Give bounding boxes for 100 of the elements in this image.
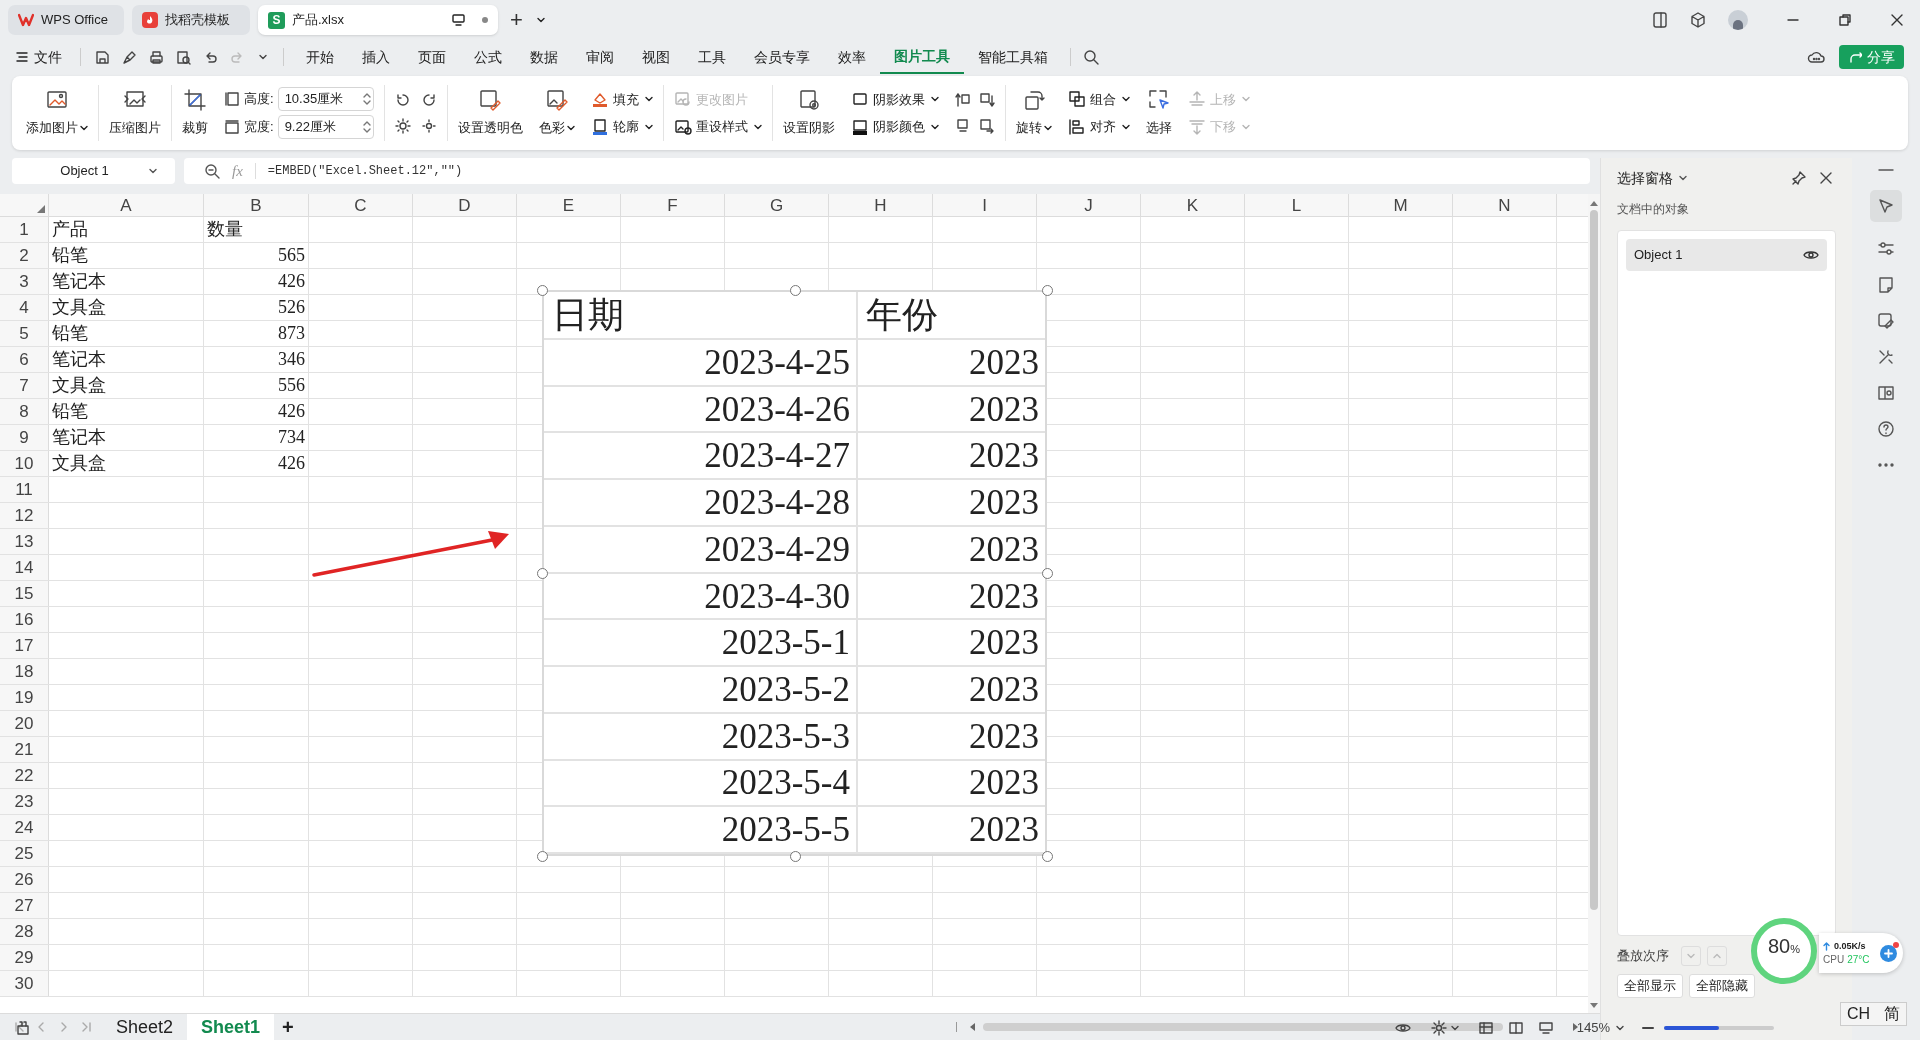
row-header[interactable]: 25 xyxy=(0,841,49,866)
menu-tab[interactable]: 开始 xyxy=(292,40,348,74)
menu-tab[interactable]: 公式 xyxy=(460,40,516,74)
ribbon-button[interactable]: 填充 xyxy=(590,89,653,109)
select-all-icon[interactable] xyxy=(37,205,45,213)
ribbon-button[interactable]: 阴影颜色 xyxy=(850,117,939,137)
scroll-left-icon[interactable] xyxy=(969,1023,975,1031)
row-header[interactable]: 6 xyxy=(0,347,49,372)
horizontal-scrollbar-thumb[interactable] xyxy=(983,1023,1503,1031)
row-header[interactable]: 14 xyxy=(0,555,49,580)
pane-button[interactable]: 全部隐藏 xyxy=(1689,974,1755,998)
file-menu-button[interactable]: 文件 xyxy=(16,46,62,68)
ribbon-button[interactable]: 色彩 xyxy=(538,88,575,138)
eye-mode-icon[interactable] xyxy=(1394,1022,1411,1034)
resize-handle[interactable] xyxy=(790,851,801,862)
close-icon[interactable] xyxy=(1820,172,1832,184)
rotate-left-icon[interactable] xyxy=(394,92,411,108)
ribbon-button[interactable]: 重设样式 xyxy=(673,117,762,137)
row-header[interactable]: 18 xyxy=(0,659,49,684)
selection-tool-button[interactable] xyxy=(1870,190,1902,222)
menu-tab[interactable]: 工具 xyxy=(684,40,740,74)
ribbon-button[interactable]: 设置透明色 xyxy=(457,88,523,138)
scrollbar-thumb[interactable] xyxy=(1590,210,1598,910)
row-header[interactable]: 12 xyxy=(0,503,49,528)
resize-handle[interactable] xyxy=(537,568,548,579)
ribbon-button[interactable]: 轮廓 xyxy=(590,117,653,137)
gear-icon[interactable] xyxy=(1430,1020,1447,1036)
help-icon[interactable] xyxy=(1877,420,1895,438)
page-break-view-icon[interactable] xyxy=(1508,1021,1523,1035)
zoom-icon[interactable] xyxy=(204,163,220,179)
sheet-tab[interactable]: Sheet1 xyxy=(187,1013,275,1040)
pane-title[interactable]: 选择窗格 xyxy=(1617,167,1673,189)
pin-icon[interactable] xyxy=(1792,171,1806,185)
menu-tab[interactable]: 视图 xyxy=(628,40,684,74)
ribbon-button[interactable]: 压缩图片 xyxy=(109,88,161,138)
row-header[interactable]: 26 xyxy=(0,867,49,892)
brush-icon[interactable] xyxy=(122,49,137,65)
column-header[interactable]: E xyxy=(517,194,621,216)
column-header[interactable]: A xyxy=(49,194,204,216)
row-header[interactable]: 29 xyxy=(0,945,49,970)
column-header[interactable]: H xyxy=(829,194,933,216)
close-icon[interactable] xyxy=(1890,13,1904,27)
menu-tab[interactable]: 图片工具 xyxy=(880,40,964,74)
collapse-icon[interactable] xyxy=(1878,168,1894,172)
column-header[interactable]: J xyxy=(1037,194,1141,216)
row-header[interactable]: 13 xyxy=(0,529,49,554)
first-sheet-icon[interactable] xyxy=(14,1021,26,1033)
ribbon-button[interactable]: 裁剪 xyxy=(182,88,208,138)
print-icon[interactable] xyxy=(149,49,164,65)
restore-icon[interactable] xyxy=(1838,13,1852,27)
scroll-down-icon[interactable] xyxy=(1590,1003,1598,1009)
row-header[interactable]: 15 xyxy=(0,581,49,606)
column-header[interactable]: F xyxy=(621,194,725,216)
tablet-icon[interactable] xyxy=(1652,12,1668,28)
document-tab[interactable]: WPS Office xyxy=(8,5,124,35)
menu-tab[interactable]: 数据 xyxy=(516,40,572,74)
menu-tab[interactable]: 效率 xyxy=(824,40,880,74)
formula-text[interactable]: =EMBED("Excel.Sheet.12","") xyxy=(267,162,463,180)
monitor-widget[interactable]: 0.05K/s CPU 27°C xyxy=(1819,933,1903,973)
document-tab[interactable]: S 产品.xlsx xyxy=(258,5,498,35)
size-field[interactable]: 10.35厘米 xyxy=(277,87,374,111)
row-header[interactable]: 5 xyxy=(0,321,49,346)
row-header[interactable]: 8 xyxy=(0,399,49,424)
print-preview-icon[interactable] xyxy=(176,49,191,65)
row-header[interactable]: 22 xyxy=(0,763,49,788)
ime-indicator[interactable]: CH 简 xyxy=(1840,1002,1908,1026)
row-header[interactable]: 28 xyxy=(0,919,49,944)
size-field[interactable]: 9.22厘米 xyxy=(277,115,374,139)
avatar[interactable] xyxy=(1728,10,1748,30)
eye-icon[interactable] xyxy=(1803,249,1819,261)
note-icon[interactable] xyxy=(1877,276,1895,294)
brightness-up-icon[interactable] xyxy=(394,118,411,134)
tools-icon[interactable] xyxy=(1877,348,1895,366)
row-header[interactable]: 30 xyxy=(0,971,49,996)
column-header[interactable]: L xyxy=(1245,194,1349,216)
macro-icon[interactable] xyxy=(16,1021,30,1035)
cloud-icon[interactable] xyxy=(1807,49,1825,65)
scroll-up-icon[interactable] xyxy=(1590,200,1598,206)
column-header[interactable]: B xyxy=(204,194,309,216)
column-header[interactable]: G xyxy=(725,194,829,216)
add-sheet-button[interactable]: + xyxy=(274,1012,302,1040)
row-header[interactable]: 24 xyxy=(0,815,49,840)
zoom-slider[interactable] xyxy=(1664,1026,1774,1030)
cube-icon[interactable] xyxy=(1690,12,1706,28)
ribbon-button[interactable]: 选择 xyxy=(1145,88,1172,138)
zoom-level[interactable]: 145% xyxy=(1576,1018,1610,1038)
book-icon[interactable] xyxy=(1877,384,1895,402)
row-header[interactable]: 7 xyxy=(0,373,49,398)
row-header[interactable]: 19 xyxy=(0,685,49,710)
resize-handle[interactable] xyxy=(1042,851,1053,862)
resize-handle[interactable] xyxy=(790,285,801,296)
column-header[interactable]: I xyxy=(933,194,1037,216)
row-header[interactable]: 2 xyxy=(0,243,49,268)
sheet-tab[interactable]: Sheet2 xyxy=(102,1013,188,1040)
object-list-item[interactable]: Object 1 xyxy=(1626,239,1827,271)
zoom-out-icon[interactable] xyxy=(1642,1026,1654,1030)
ribbon-button[interactable]: 添加图片 xyxy=(26,88,88,138)
row-header[interactable]: 17 xyxy=(0,633,49,658)
bring-front-icon[interactable] xyxy=(954,118,971,134)
send-back-icon[interactable] xyxy=(978,118,995,134)
